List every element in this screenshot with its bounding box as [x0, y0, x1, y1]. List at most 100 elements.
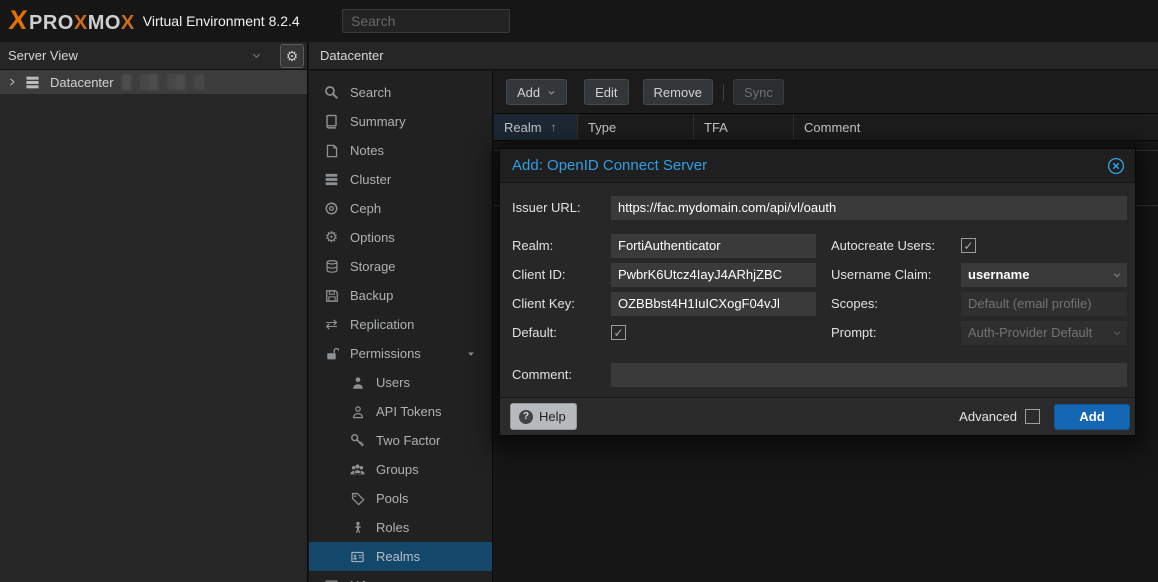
sidebar-item-search[interactable]: Search	[309, 78, 492, 107]
sidebar-item-roles[interactable]: Roles	[309, 513, 492, 542]
sidebar-item-permissions[interactable]: Permissions	[309, 339, 492, 368]
brand-wordmark: PROXMOX	[29, 12, 135, 35]
column-header-tfa[interactable]: TFA	[694, 114, 794, 140]
scopes-field[interactable]: Default (email profile)	[961, 292, 1127, 316]
page-title: Datacenter	[320, 48, 384, 63]
proxmox-screen: X PROXMOX Virtual Environment 8.2.4 Serv…	[0, 0, 1158, 582]
sidebar-item-label: HA	[350, 578, 368, 582]
gear-icon: ⚙	[323, 230, 340, 245]
sidebar-item-label: Summary	[350, 114, 406, 129]
brand-letter: X	[74, 12, 88, 34]
chevron-down-icon	[1112, 270, 1122, 280]
advanced-checkbox[interactable]	[1025, 409, 1040, 424]
add-button[interactable]: Add	[506, 79, 567, 105]
sidebar-item-api-tokens[interactable]: API Tokens	[309, 397, 492, 426]
column-label: TFA	[704, 120, 728, 135]
sidebar-item-pools[interactable]: Pools	[309, 484, 492, 513]
column-label: Realm	[504, 120, 542, 135]
sidebar-item-label: Two Factor	[376, 433, 440, 448]
remove-button[interactable]: Remove	[643, 79, 713, 105]
sidebar-item-label: Backup	[350, 288, 393, 303]
content-header: Datacenter	[309, 42, 1158, 70]
caret-down-icon[interactable]	[462, 349, 479, 359]
person-icon	[349, 520, 366, 535]
column-header-comment[interactable]: Comment	[794, 114, 1158, 140]
chevron-down-icon	[251, 50, 262, 61]
sync-button[interactable]: Sync	[733, 79, 784, 105]
sidebar-item-summary[interactable]: Summary	[309, 107, 492, 136]
help-button[interactable]: ? Help	[510, 403, 577, 430]
realm-field[interactable]: FortiAuthenticator	[611, 234, 816, 258]
tree-view-selector[interactable]: Server View ⚙	[0, 42, 307, 70]
id-card-icon	[349, 550, 366, 564]
column-label: Type	[588, 120, 616, 135]
sidebar-item-replication[interactable]: ⇄ Replication	[309, 310, 492, 339]
tree-settings-button[interactable]: ⚙	[280, 44, 304, 68]
close-icon[interactable]	[1107, 157, 1125, 175]
sidebar-item-groups[interactable]: Groups	[309, 455, 492, 484]
magnifier-icon	[323, 85, 340, 100]
sidebar-item-backup[interactable]: Backup	[309, 281, 492, 310]
server-icon	[24, 75, 41, 90]
sidebar-item-cluster[interactable]: Cluster	[309, 165, 492, 194]
client-key-field[interactable]: OZBBbst4H1IuICXogF04vJl	[611, 292, 816, 316]
issuer-url-field[interactable]: https://fac.mydomain.com/api/vl/oauth	[611, 196, 1127, 220]
sidebar-item-notes[interactable]: Notes	[309, 136, 492, 165]
user-outline-icon	[349, 405, 366, 419]
realms-toolbar: Add Edit Remove Sync	[494, 71, 1158, 113]
dialog-add-button[interactable]: Add	[1054, 404, 1130, 430]
chevron-down-icon	[1112, 328, 1122, 338]
username-claim-select[interactable]: username	[961, 263, 1127, 287]
autocreate-users-checkbox[interactable]: ✓	[961, 238, 976, 253]
sidebar-item-label: API Tokens	[376, 404, 442, 419]
sidebar-item-two-factor[interactable]: Two Factor	[309, 426, 492, 455]
version-label: Virtual Environment 8.2.4	[143, 13, 300, 29]
resource-tree-panel: Server View ⚙ Datacenter	[0, 42, 308, 582]
prompt-label: Prompt:	[831, 321, 877, 345]
column-header-type[interactable]: Type	[578, 114, 694, 140]
sidebar-item-label: Roles	[376, 520, 409, 535]
sidebar-item-ha[interactable]: HA	[309, 571, 492, 582]
sidebar-item-label: Notes	[350, 143, 384, 158]
client-id-field[interactable]: PwbrK6Utcz4IayJ4ARhjZBC	[611, 263, 816, 287]
column-label: Comment	[804, 120, 860, 135]
sidebar-item-label: Users	[376, 375, 410, 390]
sidebar-item-ceph[interactable]: Ceph	[309, 194, 492, 223]
brand-letter: MO	[88, 12, 121, 34]
sidebar-item-label: Storage	[350, 259, 396, 274]
default-checkbox[interactable]: ✓	[611, 325, 626, 340]
realms-table-header: Realm ↑ Type TFA Comment	[494, 113, 1158, 141]
datacenter-label: Datacenter	[50, 75, 114, 90]
question-icon: ?	[519, 410, 533, 424]
datacenter-nav-menu: Search Summary Notes Cluster Ceph ⚙ Opti…	[309, 71, 493, 582]
realm-label: Realm:	[512, 234, 553, 258]
chevron-down-icon	[547, 88, 556, 97]
scopes-label: Scopes:	[831, 292, 878, 316]
issuer-url-label: Issuer URL:	[512, 196, 581, 220]
sidebar-item-label: Pools	[376, 491, 409, 506]
chevron-right-icon[interactable]	[7, 77, 17, 87]
sidebar-item-options[interactable]: ⚙ Options	[309, 223, 492, 252]
sidebar-item-label: Permissions	[350, 346, 421, 361]
sidebar-item-label: Cluster	[350, 172, 391, 187]
database-icon	[323, 259, 340, 274]
sidebar-item-label: Groups	[376, 462, 419, 477]
tree-item-datacenter[interactable]: Datacenter	[0, 70, 307, 94]
sidebar-item-storage[interactable]: Storage	[309, 252, 492, 281]
sidebar-item-label: Realms	[376, 549, 420, 564]
sidebar-item-users[interactable]: Users	[309, 368, 492, 397]
proxmox-x-icon: X	[8, 7, 29, 34]
edit-button[interactable]: Edit	[584, 79, 628, 105]
ha-icon	[323, 579, 340, 582]
comment-field[interactable]	[611, 363, 1127, 387]
client-id-label: Client ID:	[512, 263, 565, 287]
prompt-select[interactable]: Auth-Provider Default	[961, 321, 1127, 345]
sidebar-item-realms[interactable]: Realms	[309, 542, 492, 571]
users-icon	[349, 463, 366, 477]
unlock-icon	[323, 347, 340, 361]
column-header-realm[interactable]: Realm ↑	[494, 114, 578, 140]
ceph-icon	[323, 201, 340, 216]
global-search-input[interactable]	[342, 9, 510, 33]
username-claim-label: Username Claim:	[831, 263, 931, 287]
dialog-footer: ? Help Advanced Add	[500, 397, 1135, 435]
